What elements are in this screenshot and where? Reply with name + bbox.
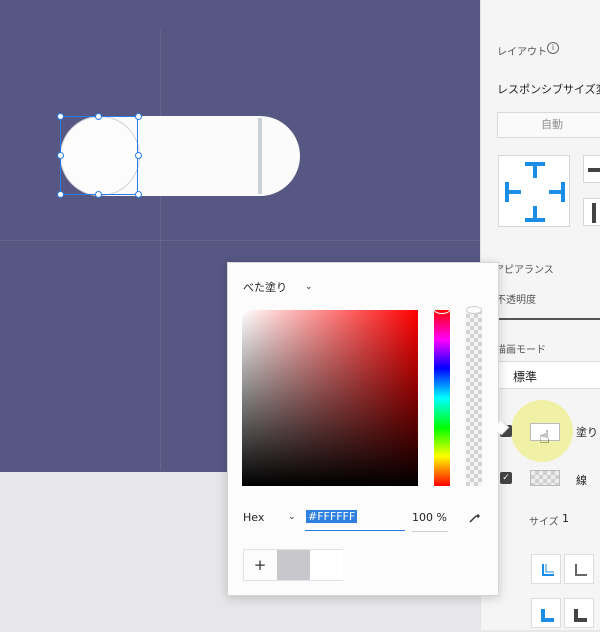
opacity-underline [412,531,448,532]
stroke-size-label: サイズ [529,517,559,528]
add-swatch-button[interactable]: + [243,549,277,581]
blend-mode-label: 描画モード [496,345,546,356]
chevron-down-icon[interactable]: ⌄ [305,282,313,292]
resize-handle-left[interactable] [57,152,64,159]
join-miter-button[interactable] [531,598,561,628]
hand-cursor-icon: ☝ [539,427,550,448]
toggle-track-edge [258,118,262,194]
alpha-slider[interactable] [466,310,482,486]
eyedropper-icon[interactable] [468,510,482,527]
blend-mode-value: 標準 [513,370,538,384]
saturation-cursor[interactable] [238,306,246,314]
fill-label: 塗り [576,426,598,439]
guide-line [160,30,161,470]
info-icon[interactable]: i [547,42,559,54]
resize-handle-bottom[interactable] [95,191,102,198]
stroke-color-swatch[interactable] [530,470,560,486]
layout-section-label: レイアウト [497,47,547,58]
stroke-center-button[interactable] [564,554,594,584]
saturation-value-picker[interactable] [242,310,418,486]
stroke-label: 線 [576,474,587,487]
chevron-down-icon[interactable]: ⌄ [288,512,296,522]
join-miter-icon [541,609,554,622]
horizontal-bar-icon [588,168,600,172]
eyedropper-glyph [469,514,480,523]
alpha-slider-thumb[interactable] [466,306,482,314]
blend-mode-select[interactable]: 標準 [497,361,600,389]
guide-line [0,240,480,241]
vertical-bar-icon [592,203,596,223]
color-mode-select[interactable]: Hex [243,511,264,524]
join-round-icon [574,609,587,622]
constraints-widget[interactable] [498,155,570,227]
height-fixed-toggle[interactable] [583,198,600,226]
resize-handle-top-right[interactable] [135,113,142,120]
color-mode-value: Hex [243,511,265,524]
stroke-center-icon [575,564,587,576]
opacity-slider[interactable] [496,318,600,320]
stroke-inner-button[interactable] [531,554,561,584]
swatch-white[interactable] [310,550,343,580]
stroke-size-value[interactable]: 1 [562,512,569,525]
hue-slider[interactable] [434,310,450,486]
responsive-resize-label: レスポンシブサイズ変更 [497,83,600,96]
pin-constraints-icon [505,162,565,222]
join-round-button[interactable] [564,598,594,628]
auto-resize-button[interactable]: 自動 [497,112,600,138]
swatch-gray[interactable] [277,550,310,580]
resize-handle-bottom-right[interactable] [135,191,142,198]
width-fixed-toggle[interactable] [583,155,600,183]
opacity-percent[interactable]: 100 % [412,511,447,524]
hex-value[interactable]: #FFFFFF [306,510,358,523]
opacity-label: 不透明度 [496,295,536,306]
appearance-section-label: アピアランス [494,265,554,276]
selection-bounding-box[interactable] [60,116,138,195]
stroke-inner-icon [542,564,554,576]
hue-slider-thumb[interactable] [434,306,450,314]
resize-handle-bottom-left[interactable] [57,191,64,198]
fill-type-value: べた塗り [243,281,287,294]
resize-handle-top-left[interactable] [57,113,64,120]
resize-handle-top[interactable] [95,113,102,120]
stroke-checkbox[interactable]: ✓ [500,472,512,484]
fill-type-select[interactable]: べた塗り [243,279,287,295]
resize-handle-right[interactable] [135,152,142,159]
